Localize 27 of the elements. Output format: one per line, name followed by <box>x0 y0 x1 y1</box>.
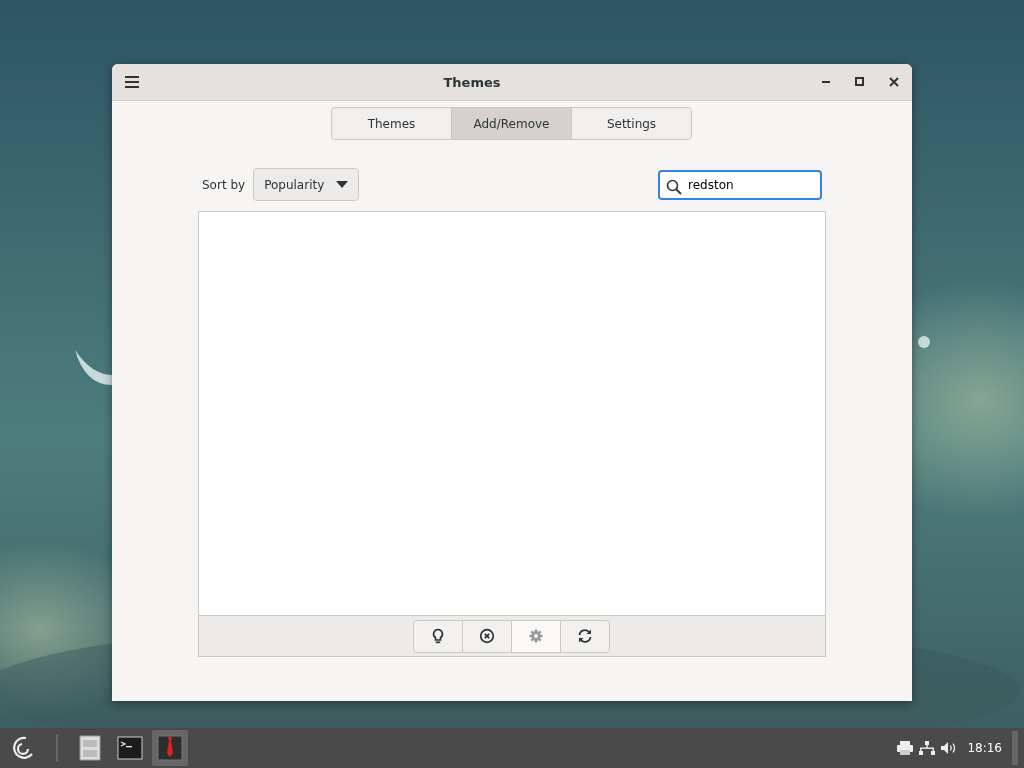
maximize-icon <box>855 77 865 87</box>
tab[interactable]: Add/Remove <box>451 107 572 140</box>
printer-icon[interactable] <box>897 741 914 755</box>
taskbar-app[interactable] <box>152 730 188 766</box>
clock[interactable]: 18:16 <box>967 741 1002 755</box>
volume-icon[interactable] <box>941 741 958 755</box>
network-icon[interactable] <box>919 741 936 755</box>
bulb-icon <box>430 628 446 644</box>
tab[interactable]: Themes <box>331 107 452 140</box>
tab[interactable]: Settings <box>571 107 692 140</box>
window-title: Themes <box>442 74 502 90</box>
close-icon <box>889 77 899 87</box>
sort-dropdown[interactable]: Popularity <box>253 168 360 201</box>
tie-icon <box>156 734 184 762</box>
caret-icon <box>336 181 349 188</box>
remove-button[interactable] <box>462 619 512 653</box>
terminal-icon <box>116 734 144 762</box>
refresh-button[interactable] <box>560 619 610 653</box>
cabinet-icon <box>76 734 104 762</box>
minimize-icon <box>822 81 830 83</box>
menu-icon <box>125 76 139 88</box>
remove-icon <box>479 628 495 644</box>
gear-icon <box>528 628 544 644</box>
sort-label: Sort by <box>202 177 246 192</box>
search-field[interactable]: redston <box>658 169 822 200</box>
refresh-icon <box>577 628 593 644</box>
tip-button[interactable] <box>413 619 463 653</box>
